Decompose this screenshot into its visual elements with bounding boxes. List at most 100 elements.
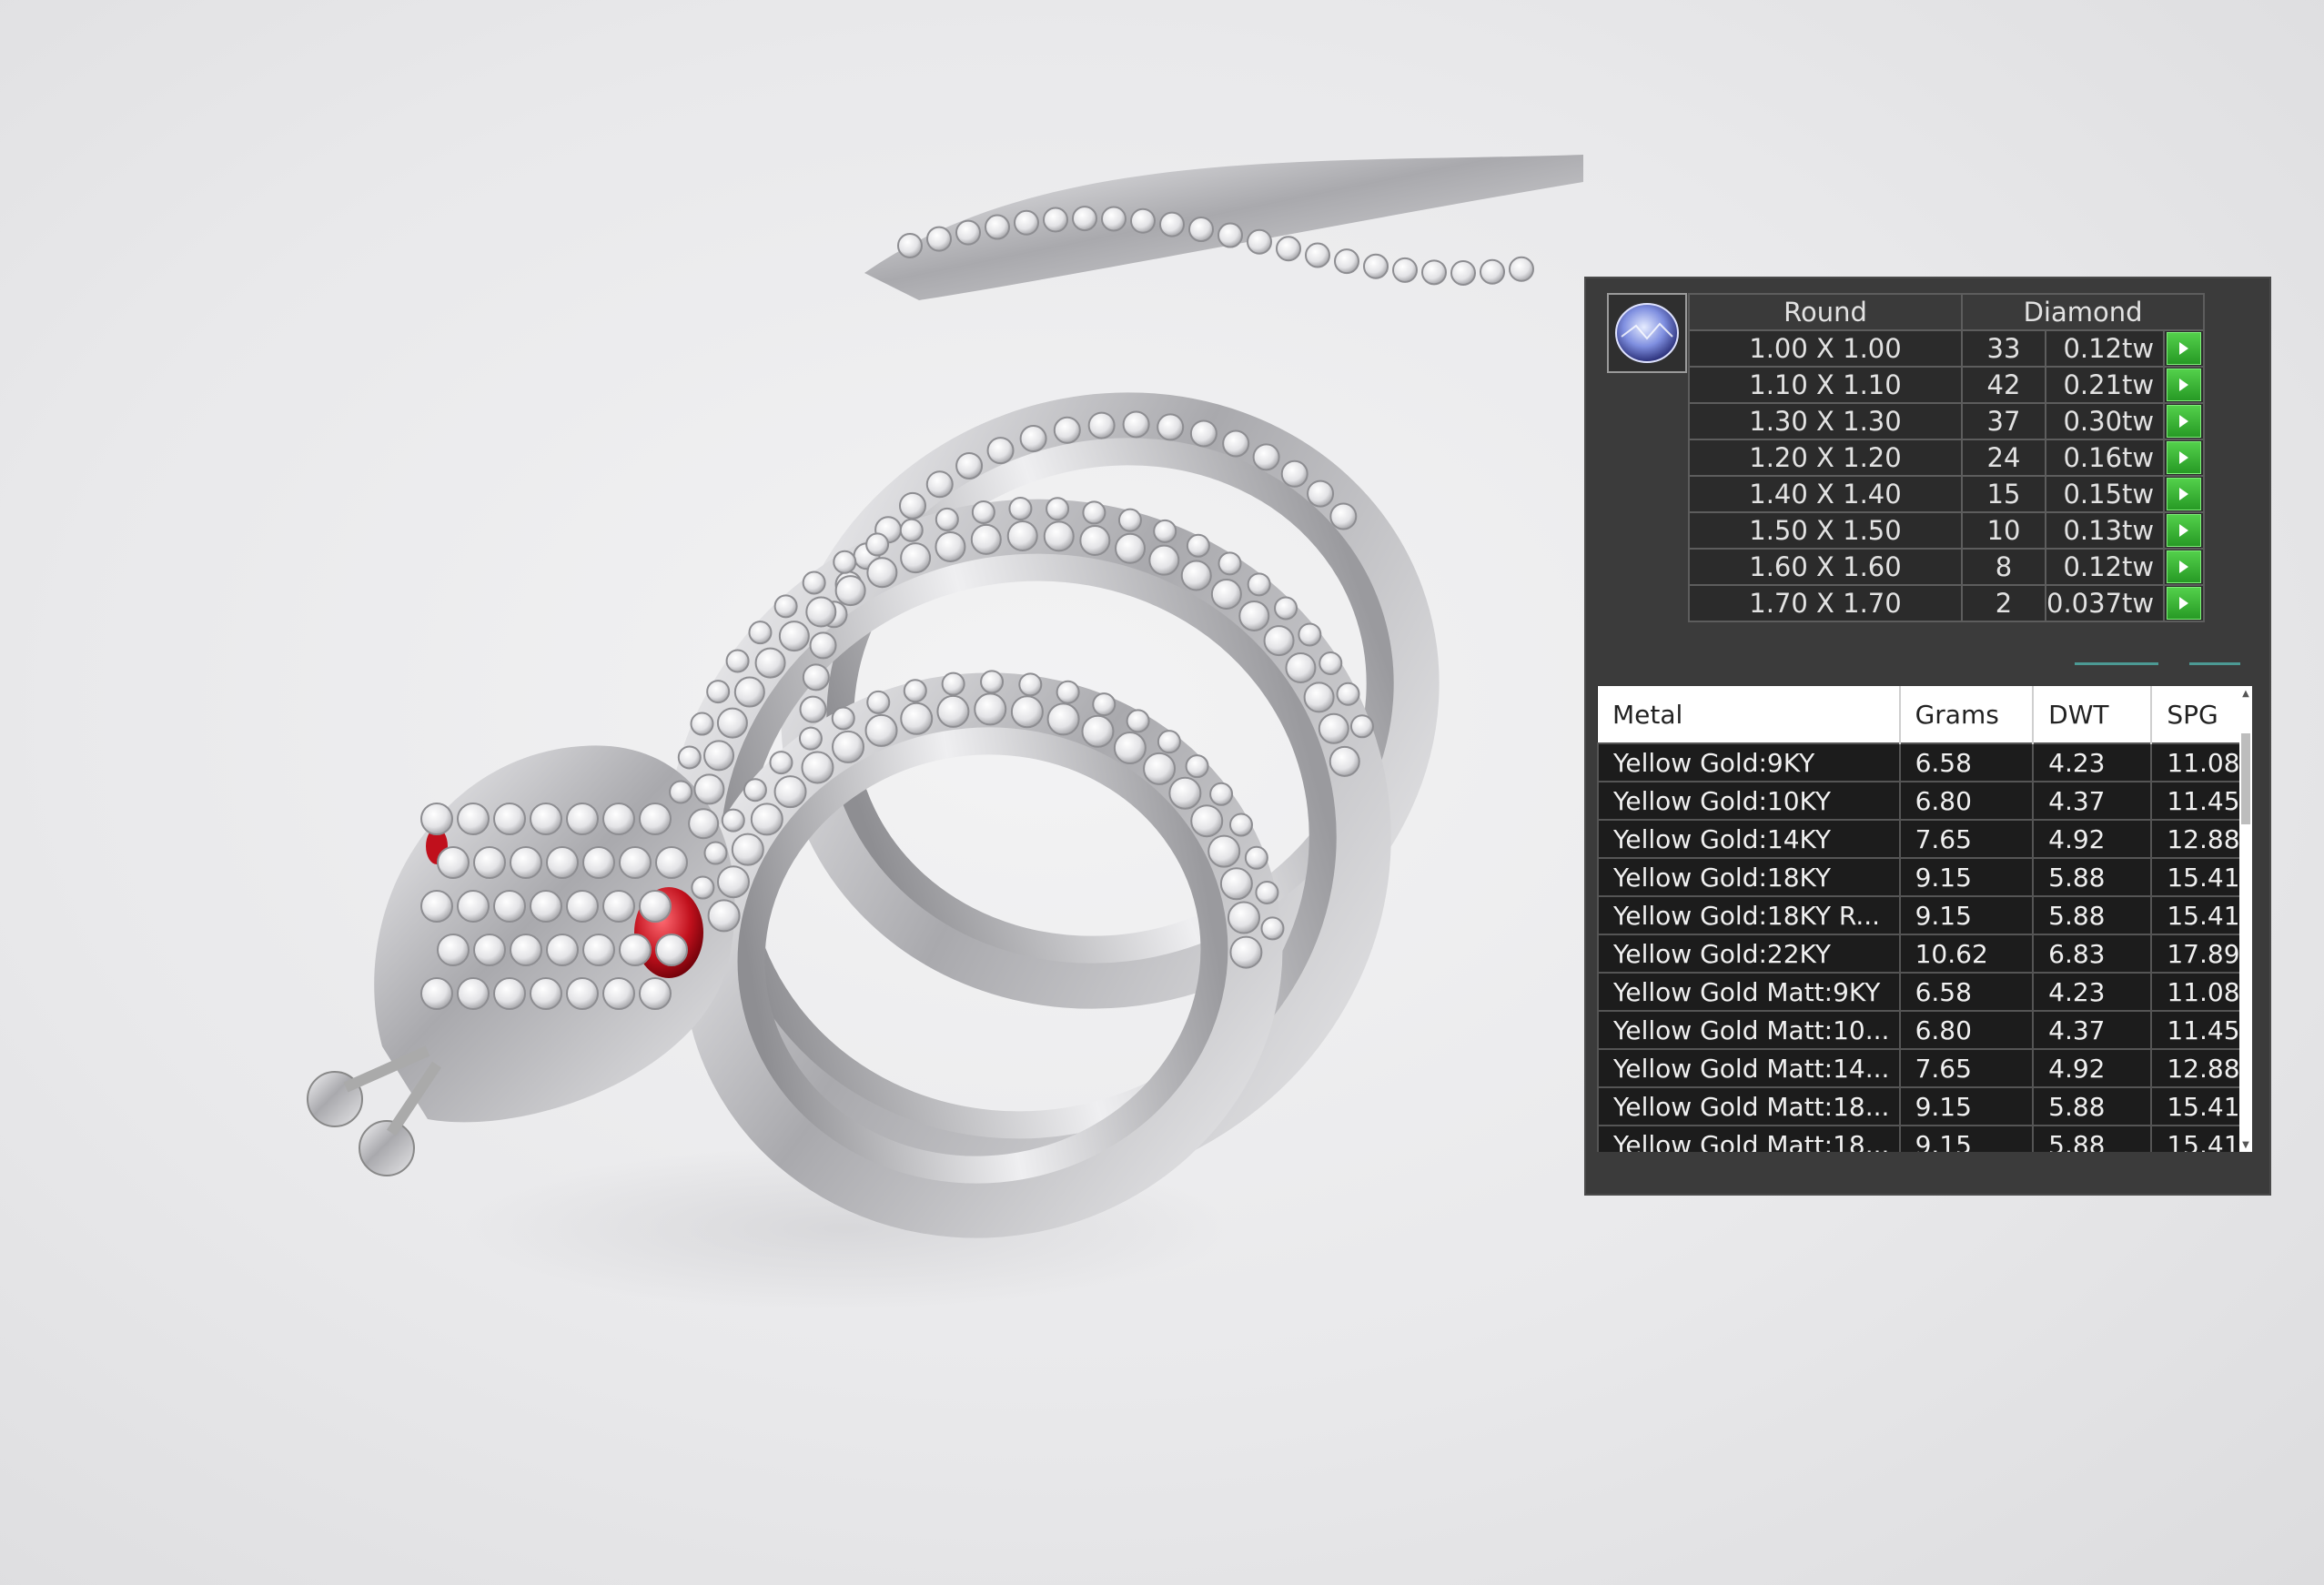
metal-name: Yellow Gold:18KY xyxy=(1597,857,1901,897)
stone-detail-button[interactable] xyxy=(2167,368,2202,401)
metal-table-scrollbar[interactable]: ▲ ▼ xyxy=(2239,686,2252,1152)
pave-diamond-stone xyxy=(1303,681,1335,713)
dwt-column-header[interactable]: DWT xyxy=(2033,686,2153,743)
stone-detail-button[interactable] xyxy=(2167,514,2202,547)
metal-row[interactable]: Yellow Gold Matt:18... 9.15 5.88 15.41 xyxy=(1597,1086,2250,1126)
pave-diamond-stone xyxy=(602,977,635,1010)
diamond-row: 1.70 X 1.70 2 0.037tw xyxy=(1688,584,2206,622)
scroll-up-arrow-icon[interactable]: ▲ xyxy=(2239,686,2252,701)
play-arrow-icon xyxy=(2179,451,2189,464)
spg-column-header[interactable]: SPG xyxy=(2151,686,2250,743)
metal-grams: 9.15 xyxy=(1898,1086,2035,1126)
stone-detail-button[interactable] xyxy=(2167,478,2202,510)
pave-diamond-stone xyxy=(799,695,827,723)
pave-diamond-stone xyxy=(970,523,1002,555)
scroll-down-arrow-icon[interactable]: ▼ xyxy=(2239,1137,2252,1152)
stone-detail-button[interactable] xyxy=(2167,405,2202,438)
diamond-row: 1.30 X 1.30 37 0.30tw xyxy=(1688,402,2206,440)
pave-diamond-stone xyxy=(639,977,672,1010)
pave-diamond-stone xyxy=(716,707,748,739)
scrollbar-thumb[interactable] xyxy=(2241,733,2250,824)
pave-diamond-stone xyxy=(731,833,764,866)
pave-diamond-stone xyxy=(955,219,981,246)
pave-diamond-stone xyxy=(655,934,688,966)
stone-thumbnail[interactable] xyxy=(1607,293,1687,373)
metal-name: Yellow Gold:10KY xyxy=(1597,781,1901,821)
snake-ring-render xyxy=(307,155,1583,1310)
pave-diamond-stone xyxy=(1157,413,1185,441)
pave-diamond-stone xyxy=(748,621,773,645)
metal-row[interactable]: Yellow Gold:9KY 6.58 4.23 11.08 xyxy=(1597,742,2250,782)
metal-row[interactable]: Yellow Gold:18KY R... 9.15 5.88 15.41 xyxy=(1597,895,2250,935)
stone-size: 1.00 X 1.00 xyxy=(1688,329,1963,368)
pave-diamond-stone xyxy=(801,751,834,784)
pave-diamond-stone xyxy=(866,690,891,714)
panel-divider xyxy=(2062,655,2271,666)
pave-diamond-stone xyxy=(1349,714,1374,739)
pave-diamond-stone xyxy=(566,977,599,1010)
metal-dwt: 6.83 xyxy=(2032,934,2153,974)
pave-diamond-stone xyxy=(1157,730,1181,754)
pave-diamond-stone xyxy=(1480,258,1505,285)
pave-diamond-stone xyxy=(1244,845,1268,870)
pave-diamond-stone xyxy=(546,846,579,879)
pave-diamond-stone xyxy=(1126,709,1150,733)
pave-diamond-stone xyxy=(1115,532,1147,564)
metal-name: Yellow Gold:22KY xyxy=(1597,934,1901,974)
pave-diamond-stone xyxy=(955,451,984,480)
pave-diamond-stone xyxy=(691,875,715,900)
metal-grams: 7.65 xyxy=(1898,819,2035,859)
pave-diamond-stone xyxy=(1274,596,1298,621)
pave-diamond-stone xyxy=(1318,712,1349,744)
grams-column-header[interactable]: Grams xyxy=(1899,686,2035,743)
metal-row[interactable]: Yellow Gold Matt:14... 7.65 4.92 12.88 xyxy=(1597,1048,2250,1088)
pave-diamond-stone xyxy=(473,846,506,879)
pave-diamond-stone xyxy=(773,775,807,809)
metal-grams: 6.58 xyxy=(1898,742,2035,782)
metal-row[interactable]: Yellow Gold:10KY 6.80 4.37 11.45 xyxy=(1597,781,2250,821)
pave-diamond-stone xyxy=(805,596,837,628)
metal-name: Yellow Gold Matt:18... xyxy=(1597,1086,1901,1126)
stone-size: 1.40 X 1.40 xyxy=(1688,475,1963,513)
pave-diamond-stone xyxy=(1122,410,1150,439)
stone-carat-weight: 0.037tw xyxy=(2044,584,2166,622)
diamond-row: 1.40 X 1.40 15 0.15tw xyxy=(1688,475,2206,513)
render-viewport[interactable] xyxy=(0,0,1583,1585)
pave-diamond-stone xyxy=(1087,411,1116,439)
stone-detail-button[interactable] xyxy=(2167,332,2202,365)
metal-row[interactable]: Yellow Gold Matt:10... 6.80 4.37 11.45 xyxy=(1597,1010,2250,1050)
stone-count: 42 xyxy=(1961,366,2046,404)
pave-diamond-stone xyxy=(1210,578,1242,610)
metal-row[interactable]: Yellow Gold Matt:18... 9.15 5.88 15.41 xyxy=(1597,1125,2250,1152)
metal-grams: 6.80 xyxy=(1898,781,2035,821)
stone-detail-button[interactable] xyxy=(2167,587,2202,620)
metal-spg: 11.45 xyxy=(2150,1010,2250,1050)
stone-detail-button[interactable] xyxy=(2167,550,2202,583)
pave-diamond-stone xyxy=(639,803,672,835)
metal-row[interactable]: Yellow Gold:22KY 10.62 6.83 17.89 xyxy=(1597,934,2250,974)
metal-dwt: 4.37 xyxy=(2032,781,2153,821)
metal-column-header[interactable]: Metal xyxy=(1598,686,1901,743)
diamond-row: 1.50 X 1.50 10 0.13tw xyxy=(1688,511,2206,550)
pave-diamond-stone xyxy=(510,934,542,966)
stone-detail-button[interactable] xyxy=(2167,441,2202,474)
pave-diamond-stone xyxy=(1046,497,1070,521)
metal-row[interactable]: Yellow Gold Matt:9KY 6.58 4.23 11.08 xyxy=(1597,972,2250,1012)
pave-diamond-stone xyxy=(900,542,932,574)
stone-detail-button-cell xyxy=(2163,439,2206,477)
stone-detail-button-cell xyxy=(2163,511,2206,550)
metal-dwt: 4.37 xyxy=(2032,1010,2153,1050)
pave-diamond-stone xyxy=(1186,533,1210,558)
pave-diamond-stone xyxy=(1168,776,1202,810)
metal-row[interactable]: Yellow Gold:14KY 7.65 4.92 12.88 xyxy=(1597,819,2250,859)
pave-diamond-stone xyxy=(1263,625,1295,657)
pave-diamond-stone xyxy=(420,977,453,1010)
metal-row[interactable]: Yellow Gold:18KY 9.15 5.88 15.41 xyxy=(1597,857,2250,897)
pave-diamond-stone xyxy=(986,437,1015,465)
pave-diamond-stone xyxy=(602,890,635,923)
pave-diamond-stone xyxy=(1222,429,1250,458)
pave-diamond-stone xyxy=(457,977,490,1010)
pave-diamond-stone xyxy=(1153,519,1177,543)
pave-diamond-stone xyxy=(457,803,490,835)
pave-diamond-stone xyxy=(1227,901,1260,934)
